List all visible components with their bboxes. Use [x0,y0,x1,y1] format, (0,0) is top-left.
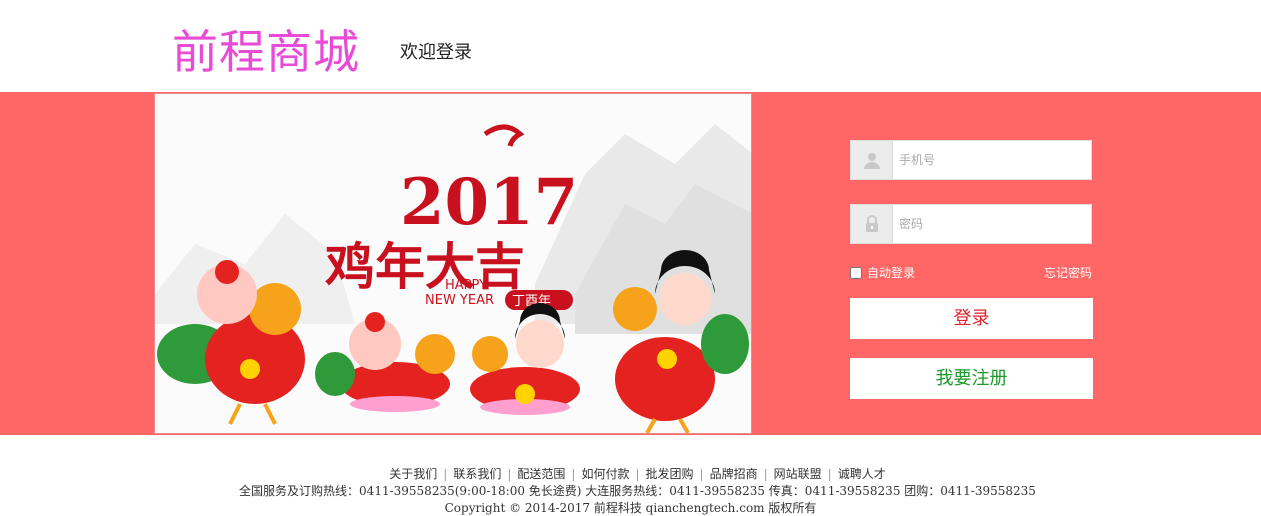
phone-input[interactable] [899,141,1089,179]
header: 前程商城 欢迎登录 [0,0,1261,92]
site-logo[interactable]: 前程商城 [172,26,360,78]
headline-text: 鸡年大吉 [325,238,525,296]
password-field [850,204,1092,244]
footer-hotline: 全国服务及订购热线：0411-39558235(9:00-18:00 免长途费)… [239,484,1036,498]
login-options: 自动登录 忘记密码 [850,262,1093,282]
forgot-password-link[interactable]: 忘记密码 [1044,264,1092,281]
footer-link-delivery[interactable]: 配送范围 [517,467,565,481]
welcome-text: 欢迎登录 [400,42,472,63]
new-year-text: NEW YEAR [425,293,494,308]
phone-field [850,140,1092,180]
login-banner: 2017 鸡年大吉 HAPPY NEW YEAR 丁酉年 手机号 自动登录 忘记… [0,92,1261,435]
footer-link-careers[interactable]: 诚聘人才 [838,467,886,481]
user-icon [851,141,893,179]
register-button[interactable]: 我要注册 [850,358,1093,399]
lock-icon [851,205,893,243]
footer-link-about[interactable]: 关于我们 [389,467,437,481]
footer-copyright: Copyright © 2014-2017 前程科技 qianchengtech… [444,501,817,515]
footer-link-payment[interactable]: 如何付款 [581,467,629,481]
footer-links: 关于我们 | 联系我们 | 配送范围 | 如何付款 | 批发团购 | 品牌招商 | 网站联盟 | 诚聘人才 [389,467,886,481]
promo-image: 2017 鸡年大吉 HAPPY NEW YEAR 丁酉年 [154,93,752,434]
happy-text: HAPPY [445,278,487,293]
footer-link-alliance[interactable]: 网站联盟 [774,467,822,481]
footer-link-brands[interactable]: 品牌招商 [710,467,758,481]
new-year-illustration: 2017 鸡年大吉 HAPPY NEW YEAR 丁酉年 [155,124,751,433]
footer-link-contact[interactable]: 联系我们 [453,467,501,481]
footer: 关于我们 | 联系我们 | 配送范围 | 如何付款 | 批发团购 | 品牌招商 | 网站联盟 | 诚聘人才 … [0,466,1261,516]
footer-link-wholesale[interactable]: 批发团购 [646,467,694,481]
login-button[interactable]: 登录 [850,298,1093,339]
login-form: 自动登录 忘记密码 登录 我要注册 [850,140,1093,399]
password-input[interactable] [899,205,1089,243]
auto-login-checkbox[interactable] [850,266,862,279]
auto-login-option[interactable]: 自动登录 [850,264,915,281]
year-text: 2017 [400,165,578,240]
auto-login-label: 自动登录 [867,266,916,280]
boy-bowl [315,312,455,412]
